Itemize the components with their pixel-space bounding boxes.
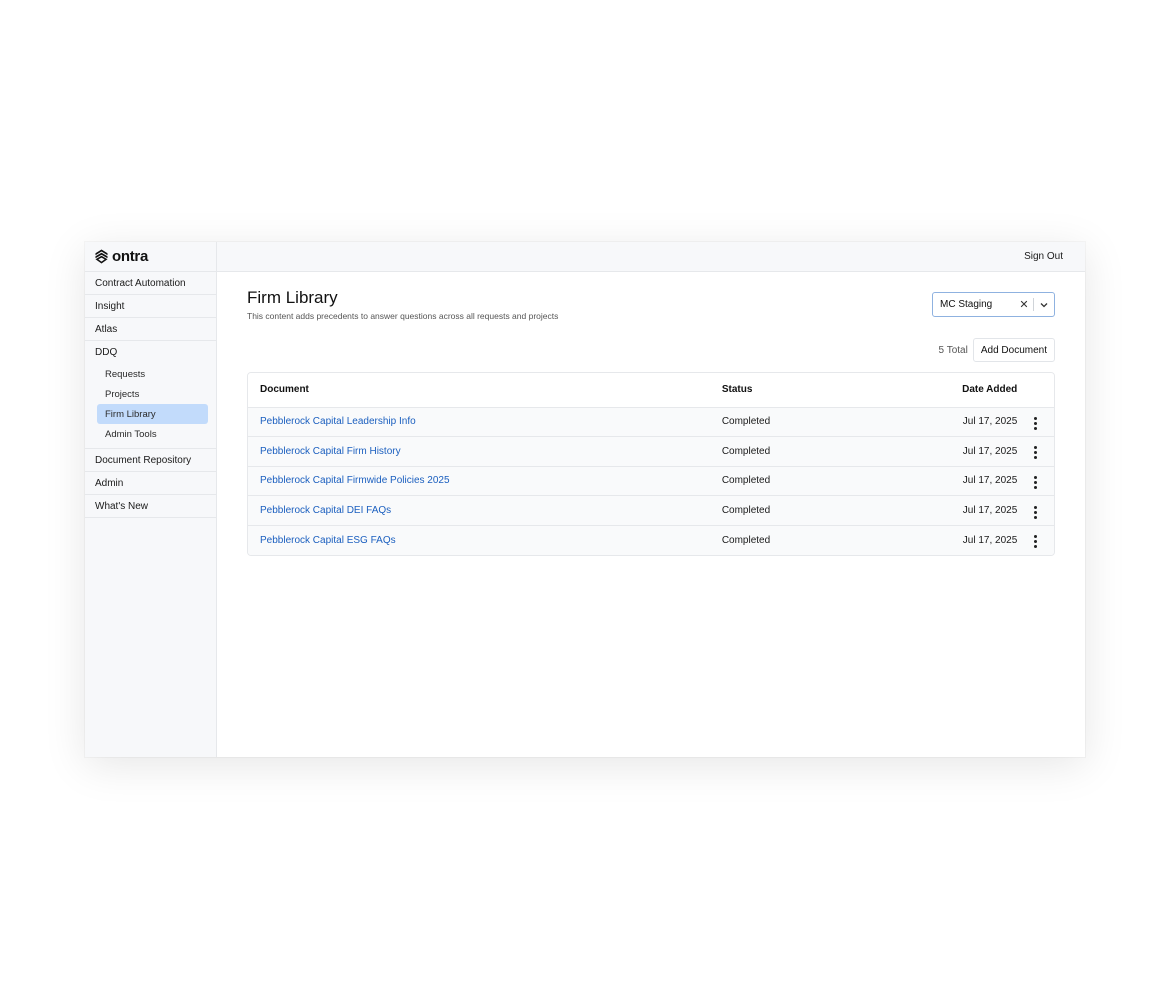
brand-name: ontra: [112, 248, 149, 265]
sidebar: ontra Contract Automation Insight Atlas …: [85, 242, 217, 757]
close-icon[interactable]: ✕: [1015, 298, 1033, 311]
table-row: Pebblerock Capital Leadership Info Compl…: [248, 407, 1054, 437]
sidebar-group-ddq: DDQ Requests Projects Firm Library Admin…: [85, 341, 216, 449]
date-cell: Jul 17, 2025: [962, 505, 1018, 517]
document-link[interactable]: Pebblerock Capital Firm History: [260, 446, 401, 457]
more-vertical-icon[interactable]: [1030, 415, 1041, 432]
add-document-button[interactable]: Add Document: [972, 338, 1055, 362]
main-area: Sign Out Firm Library This content adds …: [217, 242, 1085, 757]
table-header-row: Document Status Date Added: [248, 373, 1054, 408]
ontra-logo-icon: [95, 249, 108, 264]
column-header-status[interactable]: Status: [721, 373, 875, 408]
status-cell: Completed: [721, 505, 771, 517]
sidebar-item-whats-new[interactable]: What's New: [85, 495, 216, 518]
chevron-down-glyph: [1040, 302, 1048, 307]
documents-table: Document Status Date Added Pebblerock Ca…: [247, 372, 1055, 556]
more-vertical-icon[interactable]: [1030, 474, 1041, 491]
sidebar-item-atlas[interactable]: Atlas: [85, 318, 216, 341]
sidebar-subitem-admin-tools[interactable]: Admin Tools: [97, 424, 208, 444]
status-cell: Completed: [721, 475, 771, 487]
more-vertical-icon[interactable]: [1030, 444, 1041, 461]
table-row: Pebblerock Capital Firmwide Policies 202…: [248, 466, 1054, 496]
organization-select-value: MC Staging: [940, 299, 993, 310]
content: Firm Library This content adds precedent…: [217, 272, 1085, 556]
column-header-actions: [1017, 373, 1054, 408]
sidebar-item-document-repository[interactable]: Document Repository: [85, 449, 216, 472]
sidebar-subitem-projects[interactable]: Projects: [97, 384, 208, 404]
sidebar-item-contract-automation[interactable]: Contract Automation: [85, 272, 216, 295]
more-vertical-icon[interactable]: [1030, 504, 1041, 521]
more-vertical-icon[interactable]: [1030, 533, 1041, 550]
column-header-document[interactable]: Document: [248, 373, 722, 408]
status-cell: Completed: [721, 534, 771, 546]
status-cell: Completed: [721, 416, 771, 428]
logo[interactable]: ontra: [85, 242, 216, 272]
document-link[interactable]: Pebblerock Capital Leadership Info: [260, 416, 416, 427]
date-cell: Jul 17, 2025: [962, 416, 1018, 428]
table-toolbar: 5 Total Add Document: [247, 338, 1055, 362]
table-row: Pebblerock Capital ESG FAQs Completed Ju…: [248, 525, 1054, 555]
sidebar-subitem-requests[interactable]: Requests: [97, 364, 208, 384]
organization-select[interactable]: MC Staging ✕: [932, 292, 1055, 317]
sidebar-item-insight[interactable]: Insight: [85, 295, 216, 318]
document-link[interactable]: Pebblerock Capital ESG FAQs: [260, 535, 396, 546]
table-row: Pebblerock Capital DEI FAQs Completed Ju…: [248, 495, 1054, 526]
chevron-down-icon[interactable]: [1034, 300, 1054, 310]
total-count: 5 Total: [938, 344, 968, 356]
date-cell: Jul 17, 2025: [962, 445, 1018, 457]
document-link[interactable]: Pebblerock Capital DEI FAQs: [260, 505, 391, 516]
date-cell: Jul 17, 2025: [962, 534, 1018, 546]
app-window: ontra Contract Automation Insight Atlas …: [85, 242, 1085, 757]
status-cell: Completed: [721, 445, 771, 457]
document-link[interactable]: Pebblerock Capital Firmwide Policies 202…: [260, 475, 450, 486]
sidebar-item-ddq[interactable]: DDQ: [85, 341, 216, 364]
sidebar-subitem-firm-library[interactable]: Firm Library: [97, 404, 208, 424]
sign-out-link[interactable]: Sign Out: [1024, 251, 1063, 262]
sidebar-item-admin[interactable]: Admin: [85, 472, 216, 495]
table-row: Pebblerock Capital Firm History Complete…: [248, 436, 1054, 467]
date-cell: Jul 17, 2025: [962, 475, 1018, 487]
top-bar: Sign Out: [217, 242, 1085, 272]
column-header-date-added[interactable]: Date Added: [874, 373, 1018, 408]
